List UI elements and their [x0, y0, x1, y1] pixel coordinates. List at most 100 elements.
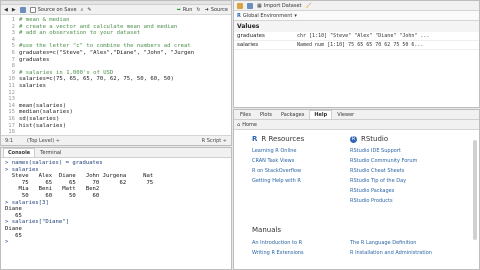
console-line: Mia Beni Matt Ben2	[5, 186, 100, 193]
tab-viewer[interactable]: Viewer	[333, 111, 358, 119]
code-text: graduates=c("Steve", "Alex","Diane", "Jo…	[19, 49, 195, 56]
line-number: 5	[11, 43, 15, 50]
editor-toolbar: ◀ ▶ Source on Save ⌕ ✎ ➡ Run ↻ ➜ Source	[1, 5, 231, 15]
code-line[interactable]: 12	[1, 90, 231, 97]
line-number: 3	[11, 30, 15, 37]
rstudio-link[interactable]: RStudio Tip of the Day	[350, 176, 460, 186]
rerun-icon[interactable]: ↻	[196, 7, 200, 13]
environment-toolbar: ▦ Import Dataset 🧹	[234, 1, 479, 11]
line-number: 14	[8, 102, 15, 109]
source-button[interactable]: ➜ Source	[205, 7, 228, 13]
code-line[interactable]: 16 sd(salaries)	[1, 116, 231, 123]
code-text: mean(salaries)	[19, 102, 67, 109]
open-icon[interactable]	[237, 2, 243, 9]
help-tabbar: Files Plots Packages Help Viewer	[234, 110, 479, 120]
code-line[interactable]: 4	[1, 37, 231, 44]
line-number: 6	[11, 49, 15, 56]
code-text: sd(salaries)	[19, 115, 60, 122]
help-pane: Files Plots Packages Help Viewer ⌂ Home …	[233, 109, 480, 270]
variable-name: graduates	[237, 33, 265, 39]
rstudio-link[interactable]: RStudio Community Forum	[350, 156, 460, 166]
environment-pane: ▦ Import Dataset 🧹 R Global Environment …	[233, 0, 480, 108]
code-line[interactable]: 15 median(salaries)	[1, 109, 231, 116]
home-button[interactable]: ⌂ Home	[237, 122, 257, 128]
back-arrow-icon[interactable]: ◀	[4, 7, 8, 13]
console-tabbar: Console Terminal	[1, 148, 231, 158]
console-line: > salaries[3]	[5, 199, 49, 206]
code-area[interactable]: 1 # mean & median 2 # create a vector and c…	[1, 15, 231, 136]
run-arrow-icon: ➡	[176, 6, 181, 13]
console-line: Diane	[5, 206, 22, 213]
tab-help[interactable]: Help	[309, 110, 333, 119]
r-resource-link[interactable]: Learning R Online	[252, 146, 350, 156]
code-text: # salaries in 1,000's of USD	[19, 69, 114, 76]
r-logo-icon: R	[252, 135, 258, 143]
code-text: # add an observation to your dataset	[19, 30, 141, 37]
console-pane: Console Terminal > names(salaries) = gra…	[0, 147, 232, 270]
tab-packages[interactable]: Packages	[277, 111, 308, 119]
code-line[interactable]: 8	[1, 63, 231, 70]
source-arrow-icon: ➜	[204, 6, 209, 13]
code-line[interactable]: 9 # salaries in 1,000's of USD	[1, 70, 231, 77]
rstudio-link[interactable]: RStudio Cheat Sheets	[350, 166, 460, 176]
tab-terminal[interactable]: Terminal	[36, 149, 65, 157]
scope-indicator[interactable]: (Top Level) ÷	[27, 138, 60, 144]
import-dataset-button[interactable]: ▦ Import Dataset	[257, 3, 302, 9]
code-line[interactable]: 5 #use the letter "c" to combine the numb…	[1, 43, 231, 50]
line-number: 12	[8, 89, 15, 96]
scope-label: Global Environment	[242, 12, 293, 19]
environment-scope-bar: R Global Environment ▾	[234, 11, 479, 21]
scope-dropdown[interactable]: R Global Environment ▾	[237, 13, 297, 19]
source-on-save-checkbox[interactable]: Source on Save	[29, 6, 77, 13]
forward-arrow-icon[interactable]: ▶	[12, 7, 16, 13]
code-line[interactable]: 1 # mean & median	[1, 17, 231, 24]
line-number: 8	[11, 63, 15, 70]
rstudio-link[interactable]: RStudio Packages	[350, 186, 460, 196]
console-line: > names(salaries) = graduates	[5, 160, 103, 166]
code-line[interactable]: 2 # create a vector and calculate mean an…	[1, 24, 231, 31]
console-output[interactable]: > names(salaries) = graduates > salaries …	[1, 158, 231, 248]
r-resource-link[interactable]: CRAN Task Views	[252, 156, 350, 166]
code-line[interactable]: 6 graduates=c("Steve", "Alex","Diane", "J…	[1, 50, 231, 57]
console-line: Diane	[5, 225, 22, 232]
tab-console[interactable]: Console	[3, 148, 36, 157]
manual-link[interactable]: The R Language Definition	[350, 238, 460, 248]
help-scrollbar[interactable]	[473, 140, 477, 240]
search-icon[interactable]: ⌕	[81, 7, 84, 13]
code-text: # create a vector and calculate mean and…	[19, 23, 178, 30]
wand-icon[interactable]: ✎	[87, 7, 91, 13]
tab-plots[interactable]: Plots	[256, 111, 276, 119]
code-line[interactable]: 17 hist(salaries)	[1, 123, 231, 130]
manual-link[interactable]: R Installation and Administration	[350, 248, 460, 258]
code-line[interactable]: 10 salaries=c(75, 65, 65, 70, 62, 75, 50,…	[1, 76, 231, 83]
file-type-indicator[interactable]: R Script ÷	[202, 138, 227, 144]
console-line: > salaries	[5, 166, 39, 173]
console-line: 75 65 65 70 62 75	[5, 179, 154, 186]
manual-link[interactable]: An Introduction to R	[252, 238, 350, 248]
environment-row[interactable]: salaries Named num [1:10] 75 65 65 70 62 …	[234, 41, 479, 50]
r-resource-link[interactable]: R on StackOverflow	[252, 166, 350, 176]
r-resource-link[interactable]: Getting Help with R	[252, 176, 350, 186]
run-label: Run	[182, 6, 193, 13]
console-line: 65	[5, 232, 22, 239]
code-line[interactable]: 13	[1, 96, 231, 103]
code-line[interactable]: 3 # add an observation to your dataset	[1, 30, 231, 37]
save-icon[interactable]	[19, 6, 26, 13]
rstudio-link[interactable]: RStudio IDE Support	[350, 146, 460, 156]
rstudio-link[interactable]: RStudio Products	[350, 196, 460, 206]
broom-icon[interactable]: 🧹	[306, 3, 312, 9]
manuals-heading: Manuals	[252, 226, 282, 234]
code-text: #use the letter "c" to combine the numbe…	[19, 43, 191, 50]
save-workspace-icon[interactable]	[247, 2, 253, 9]
code-line[interactable]: 7 graduates	[1, 57, 231, 64]
source-on-save-label: Source on Save	[37, 6, 77, 13]
run-button[interactable]: ➡ Run	[177, 7, 193, 13]
rstudio-heading: R RStudio	[350, 135, 389, 143]
code-line[interactable]: 11 salaries	[1, 83, 231, 90]
editor-statusbar: 9:1 (Top Level) ÷ R Script ÷	[1, 135, 231, 145]
code-line[interactable]: 14 mean(salaries)	[1, 103, 231, 110]
environment-row[interactable]: graduates chr [1:10] "Steve" "Alex" "Dian…	[234, 32, 479, 41]
tab-files[interactable]: Files	[236, 111, 255, 119]
console-line: > salaries["Diane"]	[5, 219, 69, 226]
manual-link[interactable]: Writing R Extensions	[252, 248, 350, 258]
